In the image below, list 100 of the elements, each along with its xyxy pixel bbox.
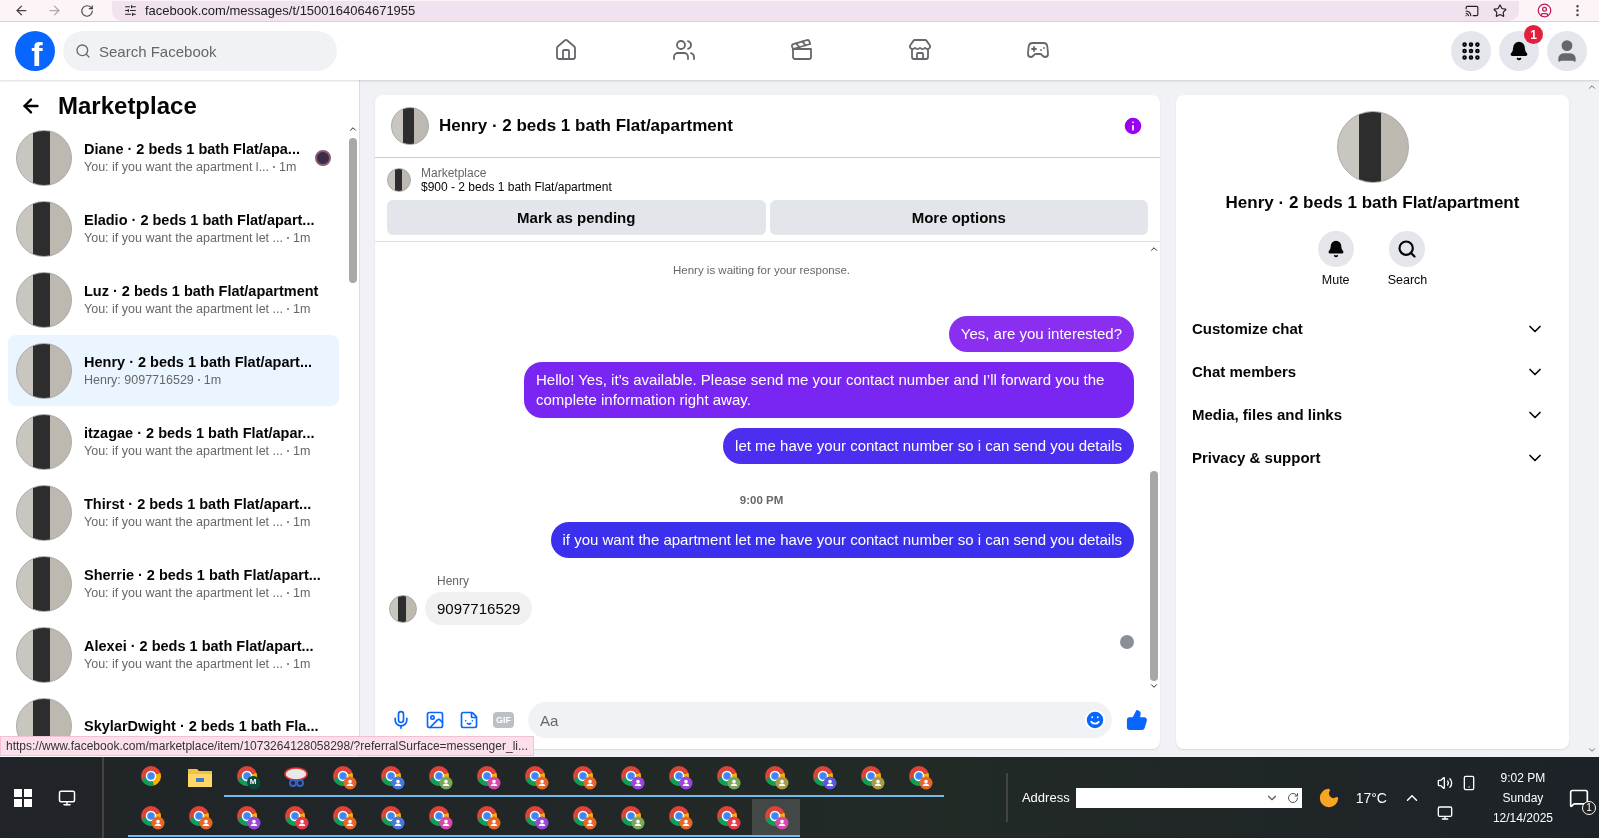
sent-message: Yes, are you interested? [948,316,1134,352]
bell-icon [1509,41,1529,61]
message-time: 1m [292,586,311,600]
message-time: 1m [292,444,311,458]
volume-icon[interactable] [1436,774,1453,791]
conversation-item[interactable]: Luz · 2 beds 1 bath Flat/apartment You: if you want the apartment let ... 1m [8,264,339,335]
search-icon [1397,239,1418,259]
link-url-tooltip: https://www.facebook.com/marketplace/item/1073264128058298/?referralSurface=messenger_li... [0,736,534,756]
conversation-item[interactable]: Henry · 2 beds 1 bath Flat/apart... Henry: 9097716529 1m [8,335,339,406]
message-time: 1m [279,160,297,174]
sticker-icon[interactable] [459,710,479,730]
notifications-button[interactable] [1499,31,1539,71]
task-view-icon[interactable] [58,788,76,807]
details-section[interactable]: Customize chat [1192,307,1553,350]
read-receipt-avatar [1120,635,1134,649]
notification-count: 1 [1582,800,1596,815]
contact-name: Henry · 2 beds 1 bath Flat/apartment [1225,193,1520,213]
timestamp: 9:00 PM [738,494,785,506]
details-section[interactable]: Chat members [1192,350,1553,393]
avatar [389,594,417,623]
refresh-icon[interactable] [1286,791,1299,804]
reload-icon[interactable] [80,3,94,18]
message-input[interactable]: Aa [528,702,1112,738]
conversation-title: SkylarDwight · 2 beds 1 bath Fla... [84,717,320,734]
home-icon [554,37,578,62]
message-preview: You: if you want the apartment let ... [84,586,283,600]
profile-icon[interactable] [1537,3,1552,18]
conversation-item[interactable]: Eladio · 2 beds 1 bath Flat/apart... You: if you want the apartment let ... 1m [8,193,339,264]
message-icon [1569,787,1589,808]
moon-icon [1317,786,1340,809]
url-text: facebook.com/messages/t/1500164064671955 [145,3,416,18]
bell-icon [1326,240,1345,258]
scroll-up-icon[interactable] [1587,82,1597,92]
listing-action-button[interactable]: More options [769,200,1148,235]
message-preview: You: if you want the apartment l... [84,160,270,174]
listing-source: Marketplace [421,166,488,180]
message-time: 1m [292,515,311,529]
conversation-title: Sherrie · 2 beds 1 bath Flat/apart... [84,567,322,583]
windows-start-icon[interactable] [14,788,32,807]
facebook-logo[interactable]: f [15,31,55,71]
conversation-item[interactable]: Sherrie · 2 beds 1 bath Flat/apart... You: if you want the apartment let ... 1m [8,548,339,619]
search-icon [75,43,91,59]
scroll-up-icon[interactable] [348,124,358,134]
message-preview: You: if you want the apartment let ... [84,444,283,458]
action-center-button[interactable] [1569,787,1589,808]
scroll-down-icon[interactable] [1587,745,1597,755]
taskbar-app[interactable] [752,798,800,837]
info-icon[interactable] [1122,115,1144,137]
clock-time: 9:02 PM [1500,770,1546,785]
photo-icon[interactable] [425,710,445,730]
network-icon[interactable] [1436,804,1453,821]
taskbar-app[interactable]: M [224,758,272,797]
notification-count: 1 [1524,25,1543,44]
conversation-title: Eladio · 2 beds 1 bath Flat/apart... [84,212,316,228]
chat-title: Henry · 2 beds 1 bath Flat/apartment [439,116,734,136]
bookmark-star-icon[interactable] [1493,3,1507,18]
conversation-title: Diane · 2 beds 1 bath Flat/apa... [84,141,301,157]
message-time: 1m [292,231,311,245]
conversation-item[interactable]: itzagae · 2 beds 1 bath Flat/apar... You: if you want the apartment let ... 1m [8,406,339,477]
clock-date: 12/14/2025 [1492,810,1553,825]
sender-name: Henry [437,574,470,588]
sidebar-title: Marketplace [58,92,197,120]
message-preview: You: if you want the apartment let ... [84,231,283,245]
conversation-item[interactable]: Alexei · 2 beds 1 bath Flat/apart... You: if you want the apartment let ... 1m [8,619,339,690]
message-time: 1m [292,657,311,671]
system-note: Henry is waiting for your response. [671,264,852,276]
emoji-icon[interactable] [1084,709,1106,731]
address-label: Address [1021,790,1070,805]
menu-grid-button[interactable] [1451,31,1491,71]
account-avatar[interactable] [1547,31,1587,71]
scroll-down-icon[interactable] [1149,681,1159,691]
cast-icon[interactable] [1465,3,1479,18]
listing-action-button[interactable]: Mark as pending [387,200,766,235]
grid-icon [1460,40,1482,62]
details-section[interactable]: Media, files and links [1192,393,1553,436]
photo-placeholder [387,168,411,192]
photo-placeholder [391,107,429,145]
listing-summary: $900 - 2 beds 1 bath Flat/apartment [421,180,612,194]
like-icon[interactable] [1126,709,1148,731]
message-preview: You: if you want the apartment let ... [84,302,283,316]
weather-temperature: 17°C [1355,789,1387,806]
message-preview: You: if you want the apartment let ... [84,515,283,529]
conversation-title: Luz · 2 beds 1 bath Flat/apartment [84,283,320,299]
site-info-icon[interactable] [124,4,137,17]
scroll-up-icon[interactable] [1149,244,1159,254]
address-bar[interactable]: facebook.com/messages/t/1500164064671955 [112,0,1519,21]
conversation-item[interactable]: Thirst · 2 beds 1 bath Flat/apart... You: if you want the apartment let ... 1m [8,477,339,548]
received-message: 9097716529 [425,592,533,625]
microphone-icon[interactable] [391,710,411,730]
address-field[interactable] [1075,787,1302,808]
conversation-item[interactable]: Diane · 2 beds 1 bath Flat/apa... You: if you want the apartment l... 1m [8,122,339,193]
search-field[interactable]: Search Facebook [63,31,337,71]
clock-day: Sunday [1502,790,1544,805]
marketplace-icon [908,37,932,62]
conversation-title: Thirst · 2 beds 1 bath Flat/apart... [84,496,313,512]
details-section[interactable]: Privacy & support [1192,436,1553,479]
conversation-title: itzagae · 2 beds 1 bath Flat/apar... [84,425,316,441]
message-time: 1m [292,302,311,316]
back-icon[interactable] [14,3,29,18]
sent-message: Hello! Yes, it’s available. Please send me your contact number and I’ll forward you the complete information right away. [524,362,1134,418]
